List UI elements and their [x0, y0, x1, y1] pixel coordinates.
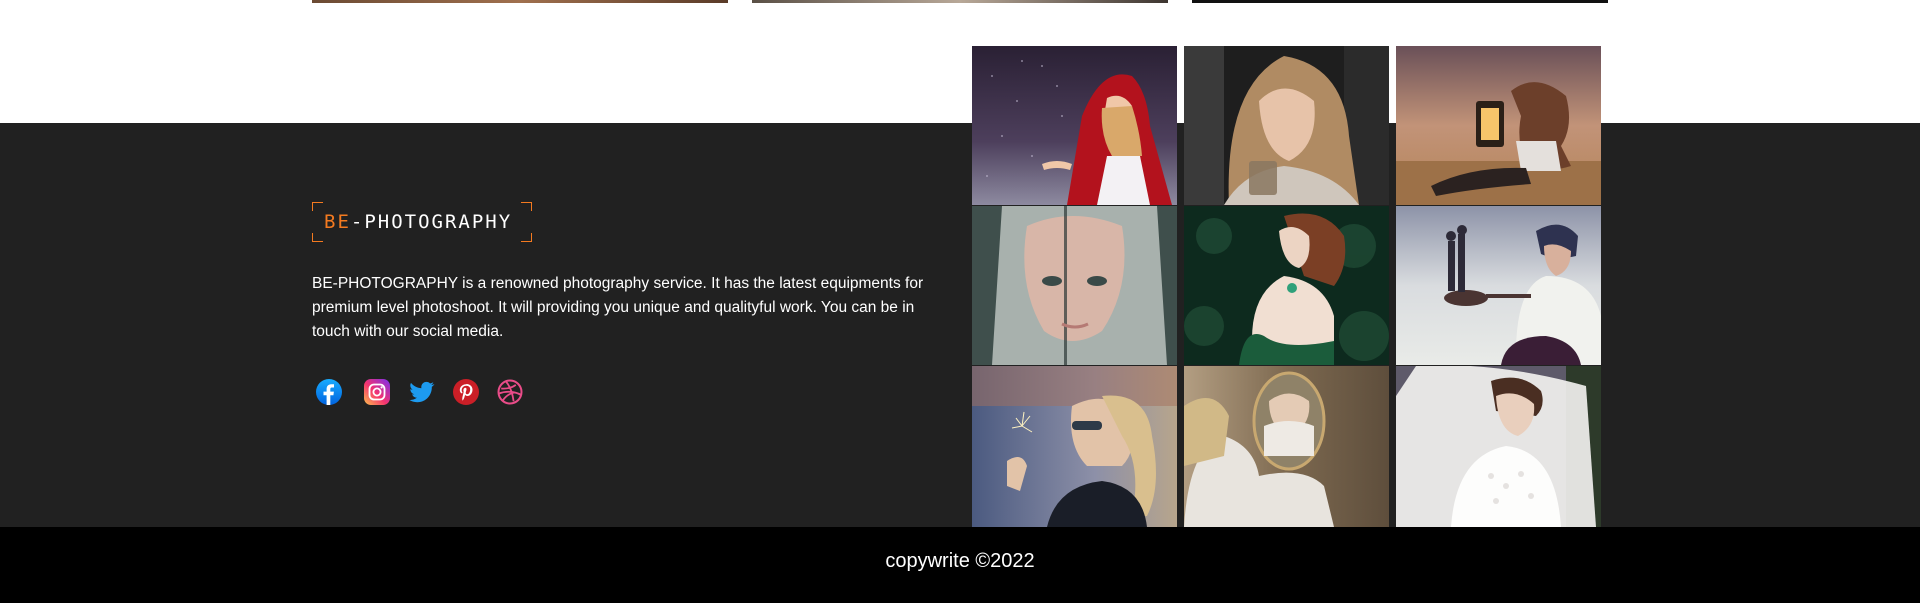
logo-corner — [312, 202, 323, 211]
woman-with-sparkler-photo[interactable] — [972, 366, 1177, 527]
pinterest-icon[interactable] — [453, 379, 479, 405]
bride-in-veil-photo[interactable] — [1396, 366, 1601, 527]
logo-corner — [521, 233, 532, 242]
facebook-icon[interactable] — [316, 379, 342, 405]
site-logo[interactable]: BE-PHOTOGRAPHY — [312, 202, 532, 242]
instagram-icon[interactable] — [364, 379, 390, 405]
red-riding-hood-girl-photo[interactable] — [972, 46, 1177, 205]
photo-gallery — [972, 46, 1602, 527]
woman-in-green-dress-photo[interactable] — [1184, 206, 1389, 365]
logo-main-text: -PHOTOGRAPHY — [350, 211, 513, 233]
copyright-bar: copywrite ©2022 — [0, 527, 1920, 603]
girl-with-lantern-photo[interactable] — [1396, 46, 1601, 205]
man-with-pan-perspective-photo[interactable] — [1396, 206, 1601, 365]
logo-corner — [521, 202, 532, 211]
previous-section-cards — [0, 0, 1920, 4]
logo-text: BE-PHOTOGRAPHY — [324, 211, 512, 233]
twitter-icon[interactable] — [408, 379, 435, 405]
footer-description: BE-PHOTOGRAPHY is a renowned photography… — [312, 275, 924, 340]
mirrored-face-portrait-photo[interactable] — [972, 206, 1177, 365]
footer — [0, 123, 1920, 527]
card-image-bottom-edge[interactable] — [752, 0, 1168, 3]
card-image-bottom-edge[interactable] — [312, 0, 728, 3]
girl-in-mirror-photo[interactable] — [1184, 366, 1389, 527]
card-image-bottom-edge[interactable] — [1192, 0, 1608, 3]
woman-holding-glass-photo[interactable] — [1184, 46, 1389, 205]
copyright-text: copywrite ©2022 — [885, 550, 1035, 572]
dribbble-icon[interactable] — [497, 379, 523, 405]
logo-corner — [312, 233, 323, 242]
logo-accent-text: BE — [324, 211, 351, 233]
